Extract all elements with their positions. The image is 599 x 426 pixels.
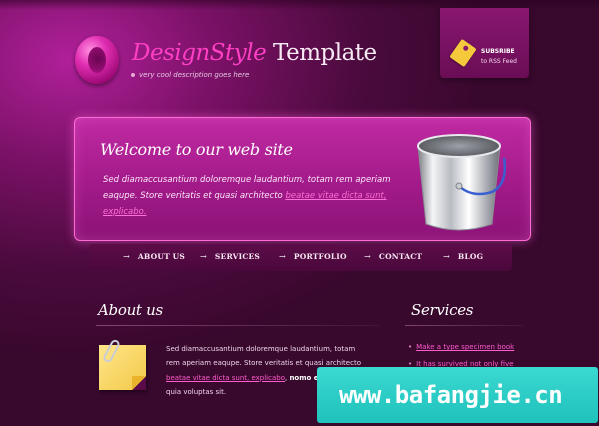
arrow-right-icon: → [279, 252, 286, 261]
rss-line2: to RSS Feed [481, 58, 517, 65]
bullet-icon [131, 73, 135, 77]
divider [96, 325, 379, 326]
rss-line1: SUBSRIBE [481, 48, 515, 55]
hero-text: Sed diamaccusantium doloremque laudantiu… [103, 175, 391, 217]
nav-item-portfolio[interactable]: → PORTFOLIO [279, 252, 347, 261]
main-nav: → ABOUT US → SERVICES → PORTFOLIO → CONTACT … [90, 244, 512, 271]
arrow-right-icon: → [364, 252, 371, 261]
nav-item-blog[interactable]: → BLOG [443, 252, 483, 261]
nav-item-contact[interactable]: → CONTACT [364, 252, 422, 261]
arrow-right-icon: → [200, 252, 207, 261]
site-tagline: very cool description goes here [131, 71, 249, 79]
arrow-right-icon: → [443, 252, 450, 261]
nav-item-about-us[interactable]: → ABOUT US [123, 252, 185, 261]
tag-icon [449, 38, 477, 68]
nav-item-services[interactable]: → SERVICES [200, 252, 260, 261]
divider [405, 325, 523, 326]
about-link[interactable]: beatae vitae dicta sunt, explicabo [166, 374, 285, 382]
bullet-icon: • [408, 343, 413, 351]
about-title: About us [98, 301, 163, 319]
watermark-banner: www.bafangjie.cn [317, 367, 598, 423]
hero-title: Welcome to our web site [100, 140, 293, 159]
brand-name-part2: Template [273, 40, 377, 66]
site-title[interactable]: DesignStyle Template [132, 40, 377, 66]
services-title: Services [411, 301, 474, 319]
logo-mark[interactable] [75, 36, 119, 84]
arrow-right-icon: → [123, 252, 130, 261]
hero-banner: Welcome to our web site Sed diamaccusant… [74, 117, 531, 241]
paint-bucket-icon [417, 134, 506, 231]
watermark-text: www.bafangjie.cn [339, 381, 563, 409]
service-item[interactable]: • Make a type specimen book [408, 343, 514, 351]
rss-subscribe-box[interactable]: SUBSRIBE to RSS Feed [440, 8, 529, 78]
brand-name-part1: DesignStyle [132, 40, 267, 66]
